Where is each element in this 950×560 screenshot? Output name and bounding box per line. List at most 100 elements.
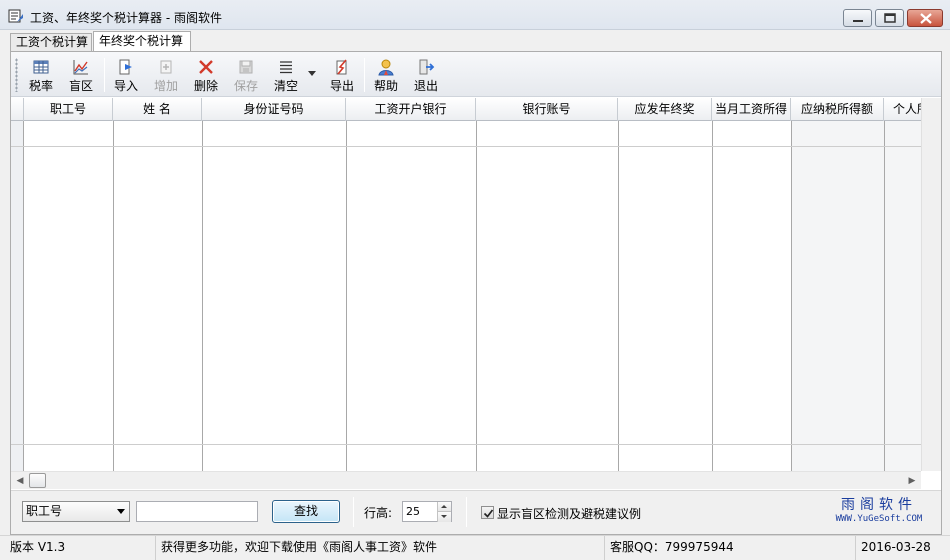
delete-icon [199, 60, 213, 74]
blind-zone-checkbox[interactable] [481, 506, 494, 519]
stepper-down-icon[interactable] [437, 512, 451, 522]
save-label: 保存 [233, 79, 258, 93]
blind-zone-label: 盲区 [68, 79, 93, 93]
help-button[interactable]: 帮助 [369, 56, 403, 94]
column-header[interactable]: 工资开户银行 [346, 98, 476, 121]
brand-site: WWW.YuGeSoft.COM [835, 514, 923, 524]
scroll-thumb[interactable] [29, 473, 46, 488]
data-grid[interactable]: 职工号 姓 名 身份证号码 工资开户银行 银行账号 应发年终奖 当月工资所得 应… [11, 98, 921, 471]
minimize-icon [853, 20, 863, 22]
column-header[interactable]: 应纳税所得额 [791, 98, 884, 121]
grid-row-line [11, 444, 921, 445]
export-label: 导出 [329, 79, 354, 93]
column-header[interactable]: 当月工资所得 [712, 98, 791, 121]
row-height-value: 25 [406, 505, 420, 518]
add-label: 增加 [153, 79, 178, 93]
minimize-button[interactable] [843, 9, 872, 27]
maximize-button[interactable] [875, 9, 904, 27]
readonly-columns-area [791, 121, 921, 471]
column-header[interactable]: 银行账号 [476, 98, 618, 121]
chevron-down-icon [117, 509, 125, 514]
export-icon [336, 59, 347, 75]
exit-button[interactable]: 退出 [409, 56, 443, 94]
column-header[interactable]: 身份证号码 [202, 98, 346, 121]
tax-rate-label: 税率 [28, 79, 53, 93]
grid-column-line [884, 121, 885, 471]
clear-label: 清空 [273, 79, 298, 93]
grid-column-line [113, 121, 114, 471]
blind-zone-button[interactable]: 盲区 [64, 56, 98, 94]
table-icon [33, 60, 49, 74]
clear-button[interactable]: 清空 [269, 56, 303, 94]
search-field-select[interactable]: 职工号 [22, 501, 130, 522]
exit-icon [419, 59, 435, 75]
grid-column-line [346, 121, 347, 471]
row-height-stepper[interactable]: 25 [402, 501, 452, 522]
brand-name: 雨阁软件 [841, 497, 917, 513]
add-button[interactable]: 增加 [149, 56, 183, 94]
help-label: 帮助 [373, 79, 398, 93]
exit-label: 退出 [413, 79, 438, 93]
blind-zone-checkbox-label[interactable]: 显示盲区检测及避税建议例 [497, 505, 641, 522]
status-promo: 获得更多功能，欢迎下载使用《雨阁人事工资》软件 [157, 536, 605, 560]
export-button[interactable]: 导出 [325, 56, 359, 94]
scroll-right-icon[interactable]: ▶ [904, 473, 920, 489]
import-icon [119, 59, 132, 75]
grid-header: 职工号 姓 名 身份证号码 工资开户银行 银行账号 应发年终奖 当月工资所得 应… [11, 98, 921, 121]
save-button[interactable]: 保存 [229, 56, 263, 94]
tab-bonus-tax[interactable]: 年终奖个税计算 [93, 31, 191, 52]
maximize-icon [884, 13, 896, 23]
grid-row-line [11, 146, 921, 147]
toolbar-grip[interactable] [15, 58, 18, 92]
column-header[interactable]: 姓 名 [113, 98, 202, 121]
search-bar: 职工号 查找 行高: 25 显示盲区检测及避税建议例 雨阁软件 WWW.YuGe… [11, 490, 941, 534]
row-height-label: 行高: [364, 506, 393, 520]
chart-icon [73, 60, 88, 75]
tab-salary-tax[interactable]: 工资个税计算 [10, 33, 92, 51]
status-support: 客服QQ：799975944 [606, 536, 856, 560]
bottom-separator [466, 497, 467, 527]
help-icon [378, 59, 394, 76]
stepper-up-icon[interactable] [437, 502, 451, 512]
clear-dropdown-button[interactable] [306, 56, 318, 94]
search-field-value: 职工号 [26, 504, 63, 518]
column-header[interactable]: 应发年终奖 [618, 98, 712, 121]
grid-column-line [476, 121, 477, 471]
grid-column-line [202, 121, 203, 471]
find-button[interactable]: 查找 [272, 500, 340, 523]
toolbar-separator [104, 58, 105, 92]
horizontal-scrollbar[interactable]: ◀ ▶ [11, 471, 921, 489]
clear-icon [280, 61, 292, 74]
save-icon [239, 60, 253, 74]
row-indicator-column[interactable] [11, 121, 24, 471]
tax-rate-button[interactable]: 税率 [24, 56, 58, 94]
column-header[interactable]: 个人所 [884, 98, 921, 121]
grid-column-line [618, 121, 619, 471]
search-input[interactable] [136, 501, 258, 522]
import-label: 导入 [113, 79, 138, 93]
column-header[interactable]: 职工号 [24, 98, 113, 121]
status-version: 版本 V1.3 [0, 536, 156, 560]
grid-column-line [712, 121, 713, 471]
grid-corner-cell[interactable] [11, 98, 24, 121]
window-title: 工资、年终奖个税计算器 - 雨阁软件 [30, 11, 222, 25]
toolbar: 税率 盲区 导入 增加 删除 保存 清空 导出 帮助 退出 [11, 52, 941, 97]
close-button[interactable] [907, 9, 943, 27]
toolbar-separator [364, 58, 365, 92]
bottom-separator [353, 497, 354, 527]
import-button[interactable]: 导入 [109, 56, 143, 94]
dropdown-arrow-icon [308, 71, 316, 76]
title-bar[interactable]: 工资、年终奖个税计算器 - 雨阁软件 [0, 0, 950, 30]
delete-button[interactable]: 删除 [189, 56, 223, 94]
brand-logo[interactable]: 雨阁软件 WWW.YuGeSoft.COM [829, 497, 929, 525]
tab-strip: 工资个税计算 年终奖个税计算 [0, 30, 950, 52]
status-date: 2016-03-28 [861, 540, 931, 554]
app-icon [8, 9, 23, 23]
delete-label: 删除 [193, 79, 218, 93]
checkmark-icon [483, 509, 494, 518]
status-bar: 版本 V1.3 获得更多功能，欢迎下载使用《雨阁人事工资》软件 客服QQ：799… [0, 535, 950, 560]
scroll-left-icon[interactable]: ◀ [12, 473, 28, 489]
add-icon [160, 60, 172, 74]
grid-column-line [791, 121, 792, 471]
vertical-scroll-area [921, 98, 941, 471]
